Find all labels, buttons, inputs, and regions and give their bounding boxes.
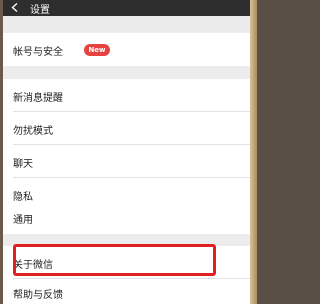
settings-item-label: 勿扰模式	[13, 126, 53, 137]
back-arrow-icon[interactable]	[11, 3, 19, 12]
page-title: 设置	[30, 5, 50, 16]
settings-item-label: 帐号与安全	[13, 47, 63, 58]
highlight-box	[13, 244, 216, 276]
settings-item-label: 通用	[13, 215, 33, 226]
settings-item-label: 聊天	[13, 159, 33, 170]
settings-item-do-not-disturb[interactable]: 勿扰模式	[3, 112, 250, 145]
phone-bezel-right	[250, 0, 257, 304]
settings-item-account-security[interactable]: 帐号与安全 New	[3, 33, 250, 66]
settings-item-help-feedback[interactable]: 帮助与反馈	[3, 279, 250, 304]
settings-item-chat[interactable]: 聊天	[3, 145, 250, 178]
top-bar: 设置	[3, 0, 250, 16]
new-badge: New	[84, 44, 110, 56]
settings-item-general[interactable]: 通用	[3, 201, 250, 234]
settings-item-label: 新消息提醒	[13, 93, 63, 104]
settings-item-new-message-alerts[interactable]: 新消息提醒	[3, 79, 250, 112]
settings-screen: 设置 帐号与安全 New 新消息提醒 勿扰模式 聊天 隐私 通用 关于微信 帮助…	[3, 0, 250, 304]
settings-item-label: 帮助与反馈	[13, 290, 63, 301]
